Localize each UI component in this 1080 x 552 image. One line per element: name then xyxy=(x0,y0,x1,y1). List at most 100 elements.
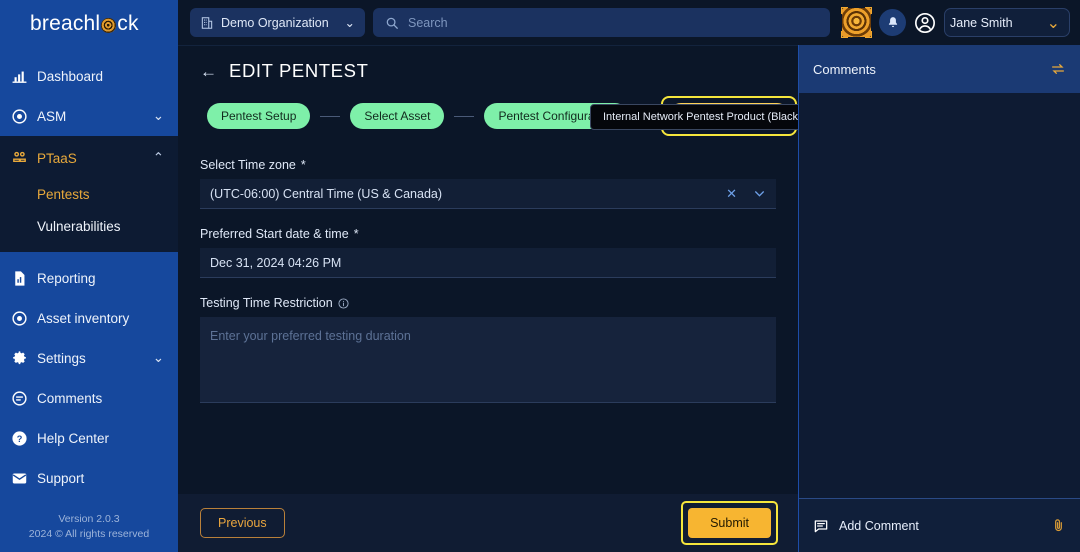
info-circle-icon[interactable] xyxy=(338,297,349,309)
organization-name: Demo Organization xyxy=(221,15,329,30)
form-footer: Previous Submit xyxy=(178,494,798,552)
sidebar-item-label: Reporting xyxy=(37,270,96,286)
comments-header: Comments xyxy=(799,45,1080,93)
step-connector xyxy=(454,115,475,117)
sidebar-item-asm[interactable]: ASM ⌄ xyxy=(0,96,178,136)
user-menu[interactable]: Jane Smith ⌄ xyxy=(944,8,1070,37)
required-marker: * xyxy=(300,158,306,172)
close-x-icon[interactable]: ✕ xyxy=(726,186,737,202)
version-label: Version 2.0.3 xyxy=(58,513,120,525)
sidebar-item-vulnerabilities[interactable]: Vulnerabilities xyxy=(0,210,178,242)
sidebar-item-label: Support xyxy=(37,470,85,486)
search-input[interactable]: Search xyxy=(408,16,448,30)
start-datetime-label-row: Preferred Start date & time * xyxy=(200,227,778,241)
body-split: ← EDIT PENTEST Internal Network Pentest … xyxy=(178,45,1080,552)
main-scroll-area: ← EDIT PENTEST Internal Network Pentest … xyxy=(178,46,798,494)
timezone-select[interactable]: (UTC-06:00) Central Time (US & Canada) ✕ xyxy=(200,179,776,209)
copyright-label: 2024 © All rights reserved xyxy=(28,528,150,540)
start-datetime-value: Dec 31, 2024 04:26 PM xyxy=(210,255,342,270)
sidebar-item-ptaas[interactable]: PTaaS ⌃ xyxy=(0,138,178,178)
comments-panel: Comments Add Comment xyxy=(798,45,1080,552)
chevron-down-icon[interactable]: ⌄ xyxy=(153,108,164,124)
sidebar-item-asset-inventory[interactable]: Asset inventory xyxy=(0,298,178,338)
comments-list xyxy=(799,93,1080,498)
question-circle-icon: ? xyxy=(11,430,37,447)
fingerprint-scan-icon[interactable] xyxy=(841,7,872,38)
sidebar-item-pentests[interactable]: Pentests xyxy=(0,178,178,210)
bell-icon xyxy=(886,16,900,30)
brand-logo[interactable]: breachl ck xyxy=(0,0,178,48)
support-mail-icon xyxy=(11,470,37,487)
submit-highlight-ring: Submit xyxy=(681,501,778,545)
chevron-down-icon[interactable]: ⌄ xyxy=(153,350,164,366)
chevron-down-icon[interactable]: ⌄ xyxy=(345,15,355,30)
arrow-left-icon[interactable]: ← xyxy=(200,63,217,80)
sidebar-item-label: Help Center xyxy=(37,430,110,446)
target-icon xyxy=(11,310,37,327)
step-pentest-setup[interactable]: Pentest Setup xyxy=(207,103,311,129)
organization-selector[interactable]: Demo Organization ⌄ xyxy=(190,8,365,37)
step-connector xyxy=(320,115,341,117)
time-restriction-label: Testing Time Restriction xyxy=(200,296,333,310)
timezone-label-row: Select Time zone * xyxy=(200,158,778,172)
comment-lines-icon xyxy=(813,518,829,534)
timezone-label: Select Time zone xyxy=(200,158,296,172)
step-select-asset[interactable]: Select Asset xyxy=(350,103,445,129)
fingerprint-icon xyxy=(101,17,117,33)
gear-icon xyxy=(11,350,37,367)
schedule-form: Select Time zone * (UTC-06:00) Central T… xyxy=(178,136,778,408)
sidebar-item-support[interactable]: Support xyxy=(0,458,178,498)
step-wrap-1: Pentest Setup xyxy=(200,96,317,136)
right-region: Demo Organization ⌄ Search Jane Smith ⌄ … xyxy=(178,0,1080,552)
notifications-button[interactable] xyxy=(879,9,906,36)
people-group-icon xyxy=(11,150,37,167)
sidebar-item-reporting[interactable]: Reporting xyxy=(0,258,178,298)
sidebar-item-label: Comments xyxy=(37,390,103,406)
logo-text-after: ck xyxy=(117,12,139,35)
sidebar-subitem-label: Pentests xyxy=(37,186,90,202)
page-title: EDIT PENTEST xyxy=(229,60,369,81)
time-restriction-label-row: Testing Time Restriction xyxy=(200,296,778,310)
add-comment-bar[interactable]: Add Comment xyxy=(799,498,1080,552)
report-document-icon xyxy=(11,270,37,287)
previous-button[interactable]: Previous xyxy=(200,508,285,538)
sidebar-nav: Dashboard ASM ⌄ PTaaS ⌃ Pentests Vulnera… xyxy=(0,56,178,512)
product-tooltip: Internal Network Pentest Product (Black … xyxy=(590,104,798,130)
chevron-down-icon[interactable] xyxy=(753,187,766,200)
person-circle-icon[interactable] xyxy=(914,12,936,34)
sidebar-item-settings[interactable]: Settings ⌄ xyxy=(0,338,178,378)
sidebar-subitem-label: Vulnerabilities xyxy=(37,218,121,234)
chevron-up-icon[interactable]: ⌃ xyxy=(153,150,164,166)
start-datetime-field[interactable]: Dec 31, 2024 04:26 PM xyxy=(200,248,776,278)
sidebar-group-ptaas: PTaaS ⌃ Pentests Vulnerabilities xyxy=(0,136,178,252)
sidebar-item-label: PTaaS xyxy=(37,150,77,166)
sidebar-item-comments[interactable]: Comments xyxy=(0,378,178,418)
sidebar-item-label: ASM xyxy=(37,108,67,124)
sidebar-item-dashboard[interactable]: Dashboard xyxy=(0,56,178,96)
comments-title: Comments xyxy=(813,61,876,77)
submit-button[interactable]: Submit xyxy=(688,508,771,538)
required-marker: * xyxy=(353,227,359,241)
main-content: ← EDIT PENTEST Internal Network Pentest … xyxy=(178,45,798,552)
paperclip-icon[interactable] xyxy=(1051,518,1066,533)
target-icon xyxy=(11,108,37,125)
step-wrap-2: Select Asset xyxy=(343,96,451,136)
sidebar-version-block: Version 2.0.3 2024 © All rights reserved xyxy=(0,512,178,552)
user-name: Jane Smith xyxy=(950,15,1013,30)
chevron-down-icon[interactable]: ⌄ xyxy=(1047,13,1060,33)
sidebar-item-label: Asset inventory xyxy=(37,310,130,326)
building-icon xyxy=(200,16,214,30)
exchange-arrows-icon[interactable] xyxy=(1050,61,1066,77)
add-comment-label: Add Comment xyxy=(839,518,919,533)
svg-text:?: ? xyxy=(17,434,23,444)
search-icon xyxy=(385,16,399,30)
timezone-value: (UTC-06:00) Central Time (US & Canada) xyxy=(210,186,443,201)
chat-bubble-icon xyxy=(11,390,37,407)
app-root: breachl ck Dashboard ASM ⌄ PTaaS ⌃ Pente… xyxy=(0,0,1080,552)
sidebar-item-label: Settings xyxy=(37,350,86,366)
logo-text: breachl ck xyxy=(30,12,139,36)
time-restriction-input[interactable] xyxy=(200,317,776,403)
sidebar-item-help-center[interactable]: ? Help Center xyxy=(0,418,178,458)
search-bar[interactable]: Search xyxy=(373,8,830,37)
logo-text-before: breachl xyxy=(30,12,101,35)
